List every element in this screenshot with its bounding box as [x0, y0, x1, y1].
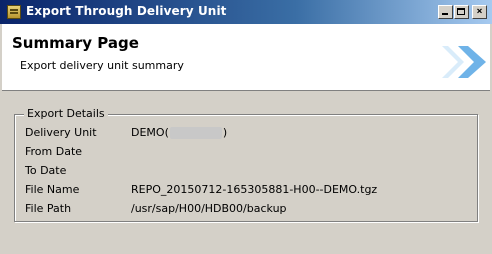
- page-subtitle: Export delivery unit summary: [20, 59, 184, 72]
- redacted-block: [169, 127, 222, 139]
- from-date-row: From Date: [0, 145, 492, 161]
- wizard-header: Summary Page Export delivery unit summar…: [2, 24, 490, 91]
- delivery-unit-suffix: ): [222, 126, 228, 139]
- delivery-unit-row: Delivery Unit DEMO(): [0, 126, 492, 142]
- close-button[interactable]: ×: [472, 5, 487, 19]
- export-details-legend: Export Details: [24, 107, 108, 120]
- wizard-arrow-icon: [442, 46, 486, 78]
- maximize-button[interactable]: [454, 5, 469, 19]
- file-name-label: File Name: [25, 183, 80, 196]
- file-name-row: File Name REPO_20150712-165305881-H00--D…: [0, 183, 492, 199]
- delivery-unit-label: Delivery Unit: [25, 126, 97, 139]
- delivery-unit-prefix: DEMO(: [131, 126, 169, 139]
- minimize-icon: [442, 13, 448, 15]
- file-path-value: /usr/sap/H00/HDB00/backup: [131, 202, 287, 215]
- page-title: Summary Page: [12, 34, 139, 52]
- window-title: Export Through Delivery Unit: [26, 4, 227, 18]
- file-name-value: REPO_20150712-165305881-H00--DEMO.tgz: [131, 183, 378, 196]
- close-icon: ×: [476, 6, 483, 17]
- minimize-button[interactable]: [438, 5, 453, 19]
- to-date-label: To Date: [25, 164, 67, 177]
- title-bar[interactable]: Export Through Delivery Unit ×: [0, 0, 492, 24]
- maximize-icon: [457, 8, 465, 15]
- from-date-label: From Date: [25, 145, 83, 158]
- delivery-unit-value: DEMO(): [131, 126, 227, 139]
- to-date-row: To Date: [0, 164, 492, 180]
- file-path-label: File Path: [25, 202, 72, 215]
- file-path-row: File Path /usr/sap/H00/HDB00/backup: [0, 202, 492, 218]
- app-icon: [7, 5, 21, 19]
